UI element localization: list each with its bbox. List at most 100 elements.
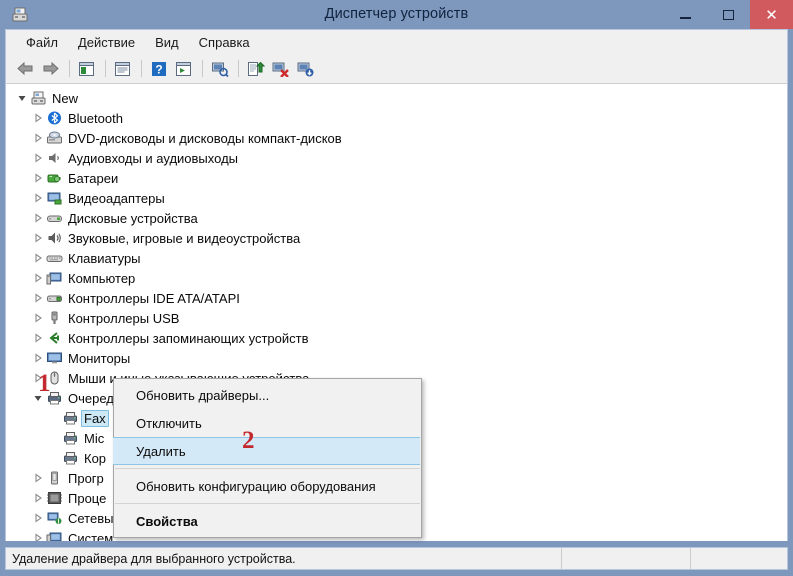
context-menu-item[interactable]: Отключить [114, 409, 421, 437]
audio-io-icon [46, 150, 63, 166]
svg-text:?: ? [155, 62, 162, 76]
context-menu-item[interactable]: Свойства [114, 507, 421, 535]
expander-closed-icon[interactable] [32, 313, 43, 324]
toolbar-separator [141, 60, 142, 77]
tree-item[interactable]: Контроллеры запоминающих устройств [6, 328, 787, 348]
ide-controller-icon [46, 290, 63, 306]
menu-help[interactable]: Справка [190, 32, 259, 53]
update-driver-icon[interactable] [244, 57, 267, 80]
menu-action[interactable]: Действие [69, 32, 144, 53]
tree-item[interactable]: Звуковые, игровые и видеоустройства [6, 228, 787, 248]
expander-closed-icon[interactable] [32, 113, 43, 124]
storage-controller-icon [46, 330, 63, 346]
computer-icon [46, 270, 63, 286]
toolbar-separator [69, 60, 70, 77]
tree-item[interactable]: Контроллеры IDE ATA/ATAPI [6, 288, 787, 308]
menu-file[interactable]: Файл [17, 32, 67, 53]
tree-item-label: Клавиатуры [68, 250, 141, 266]
tree-item-label: New [52, 90, 79, 106]
tree-item[interactable]: DVD-дисководы и дисководы компакт-дисков [6, 128, 787, 148]
context-menu-item[interactable]: Обновить конфигурацию оборудования [114, 472, 421, 500]
tree-item[interactable]: Мониторы [6, 348, 787, 368]
tree-item-label: Прогр [68, 470, 104, 486]
help-icon[interactable]: ? [147, 57, 170, 80]
usb-icon [46, 310, 63, 326]
expander-closed-icon[interactable] [32, 133, 43, 144]
forward-arrow-icon[interactable] [39, 57, 62, 80]
tree-item-label: Батареи [68, 170, 119, 186]
expander-closed-icon[interactable] [32, 173, 43, 184]
tree-item-label: Систем [68, 530, 114, 542]
printer-icon [62, 430, 79, 446]
tree-item-label: Коp [84, 450, 107, 466]
context-menu-item-label: Свойства [136, 513, 198, 529]
expander-closed-icon[interactable] [32, 273, 43, 284]
tree-item[interactable]: Компьютер [6, 268, 787, 288]
context-menu-item[interactable]: Обновить драйверы... [114, 381, 421, 409]
expander-closed-icon[interactable] [32, 353, 43, 364]
close-icon: ✕ [765, 6, 778, 24]
expander-closed-icon[interactable] [32, 253, 43, 264]
tree-item-label: Fax [81, 409, 109, 427]
context-menu-item[interactable]: Удалить [113, 437, 420, 465]
tree-item-label: Проце [68, 490, 107, 506]
bluetooth-icon [46, 110, 63, 126]
disable-device-icon[interactable] [294, 57, 317, 80]
tree-item-label: DVD-дисководы и дисководы компакт-дисков [68, 130, 342, 146]
context-menu-separator [115, 503, 420, 504]
toolbar-separator [105, 60, 106, 77]
expander-closed-icon[interactable] [32, 333, 43, 344]
tree-item-label: Bluetooth [68, 110, 123, 126]
system-device-icon [46, 530, 63, 541]
tree-item-label: Контроллеры USB [68, 310, 180, 326]
expander-closed-icon[interactable] [32, 533, 43, 541]
show-hidden-devices-icon[interactable] [75, 57, 98, 80]
tree-item-label: Звуковые, игровые и видеоустройства [68, 230, 301, 246]
close-button[interactable]: ✕ [750, 0, 793, 29]
toolbar-separator [238, 60, 239, 77]
device-manager-window: Диспетчер устройств ✕ Файл Действие Вид … [0, 0, 793, 576]
tree-item[interactable]: New [6, 88, 787, 108]
annotation-marker-2: 2 [242, 427, 255, 454]
context-menu-item-label: Удалить [136, 443, 186, 459]
tree-item[interactable]: Батареи [6, 168, 787, 188]
minimize-button[interactable] [664, 0, 707, 29]
expander-closed-icon[interactable] [32, 193, 43, 204]
scan-hardware-changes-icon[interactable] [208, 57, 231, 80]
expander-closed-icon[interactable] [32, 513, 43, 524]
back-arrow-icon[interactable] [14, 57, 37, 80]
expander-closed-icon[interactable] [32, 473, 43, 484]
context-menu[interactable]: Обновить драйверы... Отключить Удалить Обно… [113, 378, 422, 538]
tree-item[interactable]: Видеоадаптеры [6, 188, 787, 208]
menu-bar: Файл Действие Вид Справка [6, 30, 787, 55]
tree-item[interactable]: Дисковые устройства [6, 208, 787, 228]
expander-closed-icon[interactable] [32, 233, 43, 244]
tree-item[interactable]: Bluetooth [6, 108, 787, 128]
tree-item-label: Контроллеры IDE ATA/ATAPI [68, 290, 240, 306]
expander-none [48, 413, 59, 424]
context-menu-item-label: Отключить [136, 415, 202, 431]
tree-item-label: Компьютер [68, 270, 136, 286]
menu-view[interactable]: Вид [146, 32, 188, 53]
expander-open-icon[interactable] [16, 93, 27, 104]
window-controls: ✕ [664, 0, 793, 29]
maximize-icon [723, 9, 734, 20]
properties-icon[interactable] [111, 57, 134, 80]
tree-item[interactable]: Аудиовходы и аудиовыходы [6, 148, 787, 168]
expander-closed-icon[interactable] [32, 293, 43, 304]
title-bar[interactable]: Диспетчер устройств ✕ [0, 0, 793, 29]
expander-closed-icon[interactable] [32, 213, 43, 224]
status-pane-2 [690, 548, 787, 569]
expander-closed-icon[interactable] [32, 153, 43, 164]
maximize-button[interactable] [707, 0, 750, 29]
expander-closed-icon[interactable] [32, 493, 43, 504]
context-menu-item-label: Обновить конфигурацию оборудования [136, 478, 376, 494]
tree-item-label: Дисковые устройства [68, 210, 198, 226]
annotation-marker-1: 1 [38, 370, 51, 397]
tree-item[interactable]: Контроллеры USB [6, 308, 787, 328]
tree-item[interactable]: Клавиатуры [6, 248, 787, 268]
tree-item-label: Контроллеры запоминающих устройств [68, 330, 309, 346]
uninstall-device-icon[interactable] [269, 57, 292, 80]
device-view-icon[interactable] [172, 57, 195, 80]
context-menu-item-label: Обновить драйверы... [136, 387, 270, 403]
